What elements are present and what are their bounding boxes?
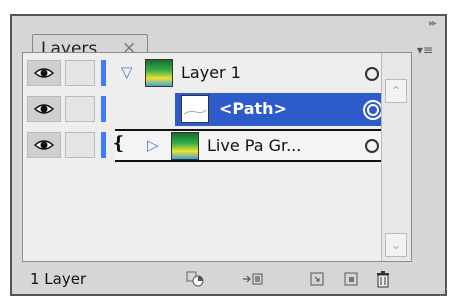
layer-thumbnail [171, 132, 199, 160]
layer-color-bar [101, 132, 106, 158]
layer-count: 1 Layer [30, 270, 87, 288]
lock-toggle[interactable] [65, 132, 95, 158]
trash-icon [377, 271, 389, 288]
layer-row[interactable]: <Path> [23, 93, 411, 126]
eye-icon [34, 140, 54, 150]
layer-name: <Path> [219, 99, 287, 118]
target-circle-icon[interactable] [365, 139, 379, 153]
resize-grip-icon[interactable]: ⋰ [439, 288, 451, 300]
scroll-down-button[interactable]: ⌄ [385, 233, 407, 257]
layer-name-cell[interactable]: <Path> [175, 93, 411, 126]
vertical-scrollbar[interactable]: ⌃ ⌄ [381, 53, 411, 261]
panel-menu-icon[interactable]: ▾≡ [417, 43, 433, 57]
clipping-mask-icon [243, 273, 263, 285]
make-clipping-mask-button[interactable] [242, 268, 264, 290]
layer-name-cell[interactable]: ▽ Layer 1 [115, 57, 411, 90]
eye-icon [34, 68, 54, 78]
layer-thumbnail [145, 59, 173, 87]
create-sublayer-button[interactable] [306, 268, 328, 290]
target-circle-icon[interactable] [365, 67, 379, 81]
locate-object-button[interactable] [184, 268, 206, 290]
visibility-toggle[interactable] [27, 132, 61, 158]
collapse-panel-icon[interactable]: ▸▸ [429, 18, 437, 29]
drag-bracket-left-icon: ❴ [111, 133, 127, 154]
layer-name: Live Pa Gr... [207, 136, 302, 155]
layer-row[interactable]: ▽ Layer 1 [23, 57, 411, 90]
lock-toggle[interactable] [65, 60, 95, 86]
lock-toggle[interactable] [65, 96, 95, 122]
new-sublayer-icon [310, 272, 324, 286]
layer-name-cell[interactable]: ❴ ▷ Live Pa Gr... ❴ [111, 129, 411, 162]
scroll-up-button[interactable]: ⌃ [385, 79, 407, 103]
expand-triangle-icon[interactable]: ▷ [147, 136, 159, 154]
expand-triangle-icon[interactable]: ▽ [121, 63, 133, 81]
layers-list: ▽ Layer 1 <Path> ❴ ▷ Live Pa Gr... ⌃ ⌄ [22, 52, 412, 262]
layer-color-bar [101, 60, 106, 86]
eye-icon [34, 104, 54, 114]
layer-row[interactable]: ❴ ▷ Live Pa Gr... ❴ [23, 129, 411, 162]
target-circle-icon[interactable] [363, 100, 383, 120]
path-thumbnail [181, 95, 209, 123]
visibility-toggle[interactable] [27, 96, 61, 122]
locate-object-icon [186, 271, 204, 287]
layer-color-bar [101, 96, 106, 122]
create-layer-button[interactable] [340, 268, 362, 290]
delete-layer-button[interactable] [372, 268, 394, 290]
new-layer-icon [344, 272, 358, 286]
layer-name: Layer 1 [181, 63, 241, 82]
visibility-toggle[interactable] [27, 60, 61, 86]
